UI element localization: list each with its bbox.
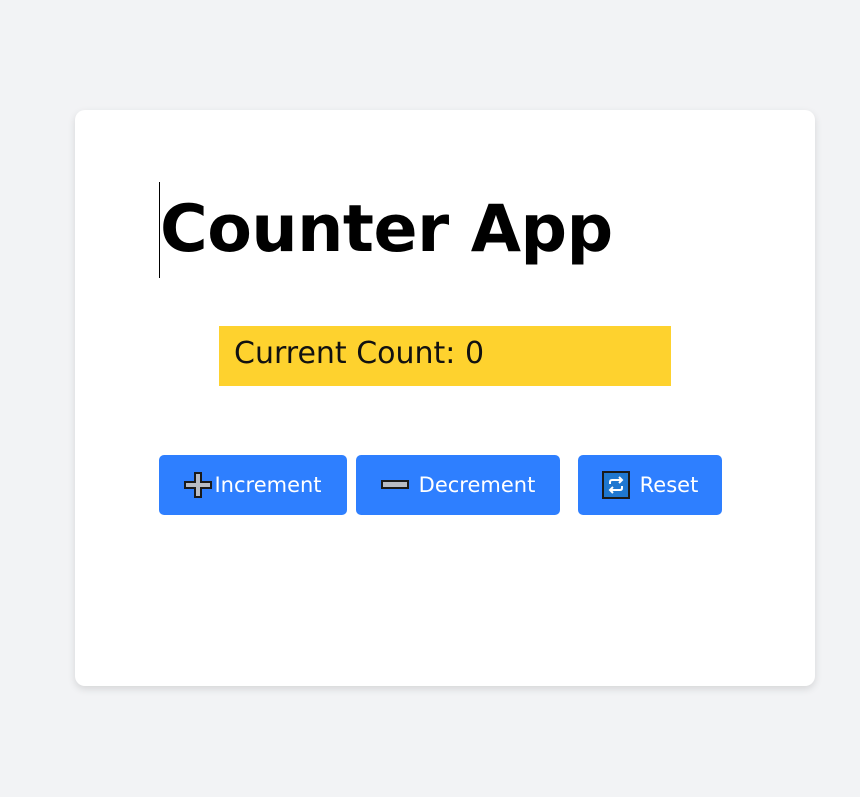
increment-button-label: Increment (214, 473, 322, 497)
reset-button[interactable]: Reset (578, 455, 722, 515)
decrement-button[interactable]: Decrement (356, 455, 560, 515)
minus-icon (380, 479, 409, 491)
repeat-icon (601, 471, 630, 499)
current-count-display: Current Count: 0 (219, 326, 671, 386)
page-title: Counter App (159, 182, 613, 278)
decrement-button-label: Decrement (418, 473, 536, 497)
reset-button-label: Reset (639, 473, 699, 497)
plus-icon (184, 472, 213, 498)
counter-card: Counter App Current Count: 0 Increment D… (75, 110, 815, 686)
increment-button[interactable]: Increment (159, 455, 347, 515)
